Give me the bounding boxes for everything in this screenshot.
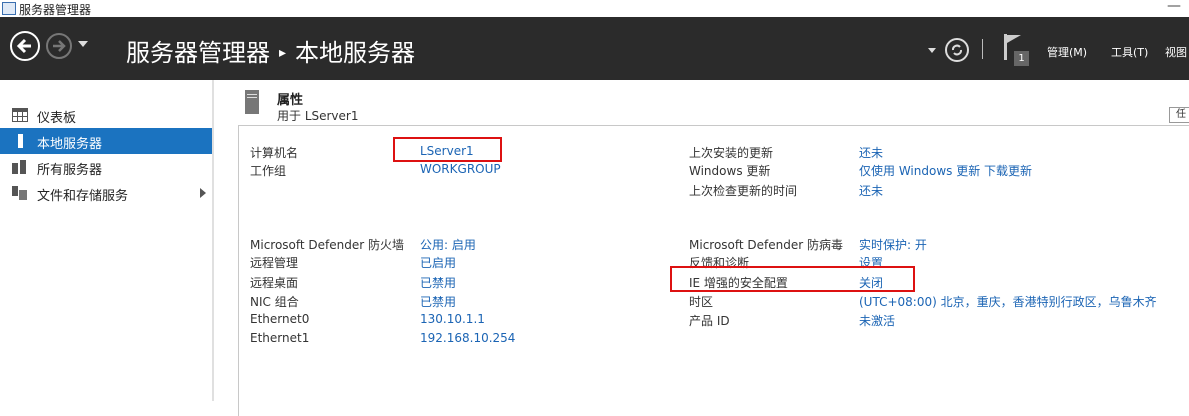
highlight-box — [670, 266, 915, 292]
sidebar-item-file-storage[interactable]: 文件和存储服务 — [0, 180, 212, 206]
property-row: 时区 — [689, 293, 713, 310]
window-titlebar: 服务器管理器 — — [0, 0, 1189, 17]
property-row: 产品 ID — [689, 312, 730, 329]
property-value: 未激活 — [859, 312, 895, 329]
property-key: Ethernet0 — [250, 312, 310, 326]
refresh-icon — [952, 44, 962, 56]
remote-management-link[interactable]: 已启用 — [420, 256, 456, 270]
property-value: (UTC+08:00) 北京，重庆，香港特别行政区，乌鲁木齐 — [859, 293, 1157, 310]
property-key: Microsoft Defender 防火墙 — [250, 238, 405, 252]
property-key: 上次检查更新的时间 — [689, 184, 798, 198]
last-installed-updates-link[interactable]: 还未 — [859, 146, 883, 160]
product-id-link[interactable]: 未激活 — [859, 314, 895, 328]
property-value: 还未 — [859, 144, 883, 161]
app-header: 服务器管理器 ▸ 本地服务器 1 管理(M) 工具(T) 视图 — [0, 17, 1189, 80]
time-zone-link[interactable]: (UTC+08:00) 北京，重庆，香港特别行政区，乌鲁木齐 — [859, 295, 1157, 309]
refresh-button[interactable] — [945, 38, 969, 62]
property-value: 192.168.10.254 — [420, 331, 515, 345]
dashboard-icon — [12, 108, 28, 122]
workgroup-value: WORKGROUP — [420, 162, 501, 176]
server-icon — [18, 134, 23, 148]
property-row: Microsoft Defender 防病毒 — [689, 236, 843, 253]
tasks-button[interactable]: 任 — [1169, 107, 1189, 123]
sidebar-item-label: 本地服务器 — [37, 137, 103, 152]
back-button[interactable] — [10, 31, 40, 61]
nic-teaming-link[interactable]: 已禁用 — [420, 295, 456, 309]
storage-icon — [12, 186, 27, 200]
arrow-left-icon — [16, 38, 31, 54]
properties-title: 属性 — [277, 93, 304, 108]
property-row: Ethernet1 — [250, 331, 309, 345]
property-key: 时区 — [689, 295, 714, 309]
main-content: 属性 用于 LServer1 任 计算机名 LServer1 工作组 WORKG… — [214, 80, 1189, 416]
menu-manage[interactable]: 管理(M) — [1047, 44, 1087, 60]
property-key: 远程桌面 — [250, 276, 299, 290]
breadcrumb-current: 本地服务器 — [295, 39, 416, 67]
property-row: 计算机名 — [250, 144, 298, 161]
firewall-link[interactable]: 公用: 启用 — [420, 238, 476, 252]
property-key: Windows 更新 — [689, 164, 771, 178]
menu-view[interactable]: 视图 — [1165, 44, 1187, 60]
property-value: 公用: 启用 — [420, 236, 476, 253]
properties-panel: 计算机名 LServer1 工作组 WORKGROUP Microsoft De… — [238, 125, 1189, 416]
sidebar-item-all-servers[interactable]: 所有服务器 — [0, 154, 212, 180]
property-row: 工作组 — [250, 162, 286, 179]
ethernet1-link[interactable]: 192.168.10.254 — [420, 331, 515, 345]
window-title: 服务器管理器 — [19, 3, 92, 17]
arrow-right-icon — [53, 40, 66, 52]
breadcrumb-root[interactable]: 服务器管理器 — [126, 39, 270, 67]
servers-icon — [12, 160, 26, 174]
highlight-box — [393, 137, 502, 162]
history-dropdown-icon[interactable] — [78, 41, 88, 47]
property-key: Ethernet1 — [250, 331, 310, 345]
property-row: 远程桌面 — [250, 274, 298, 291]
property-value: 实时保护: 开 — [859, 236, 927, 253]
property-key: Microsoft Defender 防病毒 — [689, 238, 844, 252]
forward-button[interactable] — [46, 33, 72, 59]
sidebar-item-label: 所有服务器 — [37, 163, 103, 178]
property-key: NIC 组合 — [250, 295, 299, 309]
property-key: 产品 ID — [689, 314, 730, 328]
sidebar-item-label: 仪表板 — [37, 111, 77, 126]
sidebar: 仪表板 本地服务器 所有服务器 文件和存储服务 — [0, 80, 214, 401]
sidebar-item-local-server[interactable]: 本地服务器 — [0, 128, 212, 154]
property-row: NIC 组合 — [250, 293, 299, 310]
property-value: 仅使用 Windows 更新 下载更新 — [859, 162, 1032, 179]
minimize-button[interactable]: — — [1167, 0, 1181, 14]
sidebar-item-dashboard[interactable]: 仪表板 — [0, 102, 212, 128]
property-key: 上次安装的更新 — [689, 146, 774, 160]
property-key: 远程管理 — [250, 256, 299, 270]
notification-badge: 1 — [1014, 51, 1029, 66]
breadcrumb-separator-icon: ▸ — [279, 45, 287, 61]
property-row: Ethernet0 — [250, 312, 309, 326]
menu-tools[interactable]: 工具(T) — [1111, 44, 1148, 60]
property-key: 计算机名 — [250, 146, 299, 160]
remote-desktop-link[interactable]: 已禁用 — [420, 276, 456, 290]
dropdown-arrow-icon[interactable] — [928, 48, 936, 53]
property-row: Microsoft Defender 防火墙 — [250, 236, 404, 253]
properties-icon — [245, 90, 259, 114]
workgroup-link[interactable]: WORKGROUP — [420, 162, 501, 176]
header-divider — [982, 39, 983, 59]
property-value: 还未 — [859, 182, 883, 199]
property-row: 上次安装的更新 — [689, 144, 773, 161]
property-key: 工作组 — [250, 164, 287, 178]
property-row: 远程管理 — [250, 254, 298, 271]
breadcrumb: 服务器管理器 ▸ 本地服务器 — [126, 33, 415, 68]
property-value: 已启用 — [420, 254, 456, 271]
expand-arrow-icon[interactable] — [200, 188, 206, 198]
property-value: 已禁用 — [420, 274, 456, 291]
last-checked-updates-link[interactable]: 还未 — [859, 184, 883, 198]
property-value: 已禁用 — [420, 293, 456, 310]
windows-update-link[interactable]: 仅使用 Windows 更新 下载更新 — [859, 164, 1032, 178]
property-row: 上次检查更新的时间 — [689, 182, 797, 199]
flag-cloth — [1007, 35, 1021, 51]
properties-subtitle: 用于 LServer1 — [277, 109, 359, 123]
property-value: 130.10.1.1 — [420, 312, 485, 326]
ethernet0-link[interactable]: 130.10.1.1 — [420, 312, 485, 326]
sidebar-item-label: 文件和存储服务 — [37, 189, 129, 204]
server-manager-app-icon — [2, 2, 16, 15]
defender-antivirus-link[interactable]: 实时保护: 开 — [859, 238, 927, 252]
property-row: Windows 更新 — [689, 162, 770, 179]
